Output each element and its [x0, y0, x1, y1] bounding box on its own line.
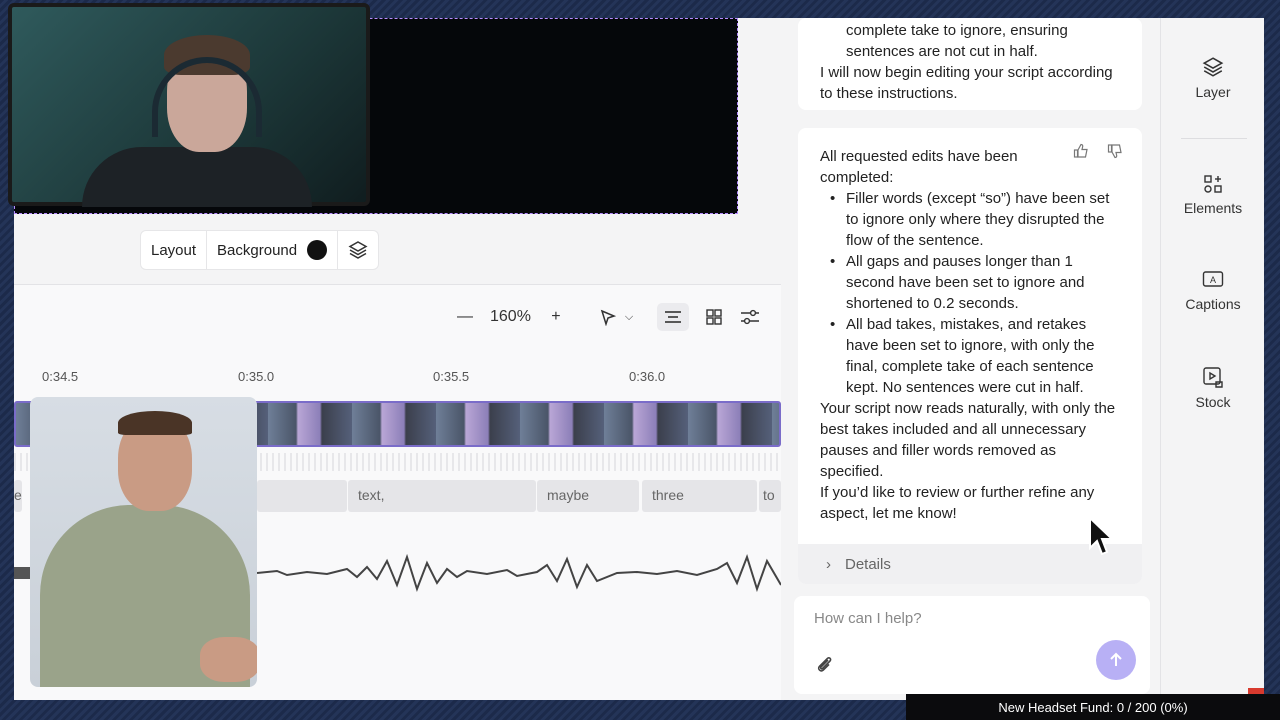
- sidebar-item-label: Layer: [1195, 84, 1231, 100]
- timeline-settings-button[interactable]: [739, 303, 761, 331]
- sidebar-item-captions[interactable]: A Captions: [1161, 270, 1264, 312]
- arrow-up-icon: [1110, 652, 1122, 666]
- captions-icon: A: [1202, 271, 1224, 287]
- sidebar-item-layer[interactable]: Layer: [1161, 56, 1264, 100]
- details-label: Details: [845, 555, 891, 573]
- background-label: Background: [217, 241, 298, 259]
- list-item: All gaps and pauses longer than 1 second…: [830, 251, 1120, 314]
- mouse-cursor-icon: [1089, 516, 1115, 556]
- feedback-buttons: [1066, 138, 1130, 164]
- list-item: Filler words (except “so”) have been set…: [830, 188, 1120, 251]
- presenter-video-overlay: [30, 397, 257, 687]
- streamer-webcam: [8, 3, 370, 207]
- sidebar-item-label: Stock: [1195, 394, 1231, 410]
- zoom-in-button[interactable]: +: [545, 303, 567, 331]
- list-item: All bad takes, mistakes, and retakes hav…: [830, 314, 1120, 398]
- chevron-right-icon: ›: [826, 555, 831, 573]
- grid-icon: [706, 309, 722, 325]
- layers-button[interactable]: [338, 231, 378, 269]
- sidebar-divider: [1181, 138, 1247, 139]
- svg-text:A: A: [1210, 275, 1216, 285]
- paperclip-icon: [817, 657, 832, 672]
- word-chip[interactable]: three: [642, 480, 757, 512]
- sidebar-item-elements[interactable]: Elements: [1161, 174, 1264, 216]
- word-chip[interactable]: text,: [348, 480, 536, 512]
- grid-view-button[interactable]: [703, 303, 725, 331]
- ruler-tick: 0:35.5: [433, 369, 470, 384]
- sidebar-item-stock[interactable]: Stock: [1161, 366, 1264, 410]
- layers-icon: [1202, 57, 1224, 77]
- word-chip[interactable]: maybe: [537, 480, 639, 512]
- pointer-tool-button[interactable]: ⌵: [599, 303, 633, 331]
- zoom-out-button[interactable]: —: [454, 303, 476, 331]
- word-chip[interactable]: to: [759, 480, 781, 512]
- background-color-swatch[interactable]: [307, 240, 328, 260]
- ruler-tick: 0:36.0: [629, 369, 666, 384]
- attach-button[interactable]: [814, 654, 834, 680]
- background-button[interactable]: Background: [207, 231, 339, 269]
- ruler-tick: 0:35.0: [238, 369, 275, 384]
- layout-button[interactable]: Layout: [141, 231, 208, 269]
- sidebar-item-label: Captions: [1185, 296, 1241, 312]
- zoom-level: 160%: [490, 308, 531, 325]
- thumbs-down-icon: [1107, 144, 1122, 159]
- time-ruler[interactable]: 0:34.5 0:35.0 0:35.5 0:36.0: [14, 369, 781, 389]
- chat-input[interactable]: [814, 610, 1114, 627]
- fund-ticker-text: New Headset Fund: 0 / 200 (0%): [998, 699, 1188, 715]
- message-summary: Your script now reads naturally, with on…: [820, 400, 1116, 480]
- layout-label: Layout: [151, 241, 197, 259]
- chat-input-box: [794, 596, 1150, 694]
- edits-list: Filler words (except “so”) have been set…: [830, 188, 1120, 398]
- message-text: I will now begin editing your script acc…: [820, 64, 1113, 102]
- fund-ticker: New Headset Fund: 0 / 200 (0%): [906, 694, 1280, 720]
- chevron-down-icon: ⌵: [624, 310, 634, 323]
- thumbs-down-button[interactable]: [1100, 138, 1130, 164]
- ruler-tick: 0:34.5: [42, 369, 79, 384]
- align-center-icon: [665, 311, 682, 323]
- preview-toolbar: Layout Background: [140, 230, 380, 270]
- transcript-view-button[interactable]: [657, 303, 690, 331]
- sidebar-item-label: Elements: [1183, 200, 1243, 216]
- message-text: complete take to ignore, ensuring: [846, 22, 1068, 39]
- right-sidebar: Layer Elements A Captions Stock: [1160, 18, 1264, 700]
- audio-waveform[interactable]: [257, 543, 781, 603]
- ai-chat-panel: complete take to ignore, ensuring senten…: [784, 18, 1156, 700]
- word-chip[interactable]: e: [14, 480, 22, 512]
- send-button[interactable]: [1096, 640, 1136, 680]
- layers-icon: [348, 241, 368, 259]
- timeline-controls: — 160% + ⌵: [454, 303, 761, 331]
- thumbs-up-icon: [1073, 143, 1088, 158]
- message-closing: If you’d like to review or further refin…: [820, 484, 1095, 522]
- pointer-icon: [600, 309, 617, 326]
- message-text: sentences are not cut in half.: [846, 43, 1038, 60]
- chat-message: complete take to ignore, ensuring senten…: [798, 18, 1142, 110]
- sliders-icon: [741, 309, 760, 325]
- word-chip[interactable]: [257, 480, 347, 512]
- stock-icon: [1203, 367, 1223, 388]
- elements-icon: [1204, 175, 1222, 193]
- thumbs-up-button[interactable]: [1066, 138, 1096, 164]
